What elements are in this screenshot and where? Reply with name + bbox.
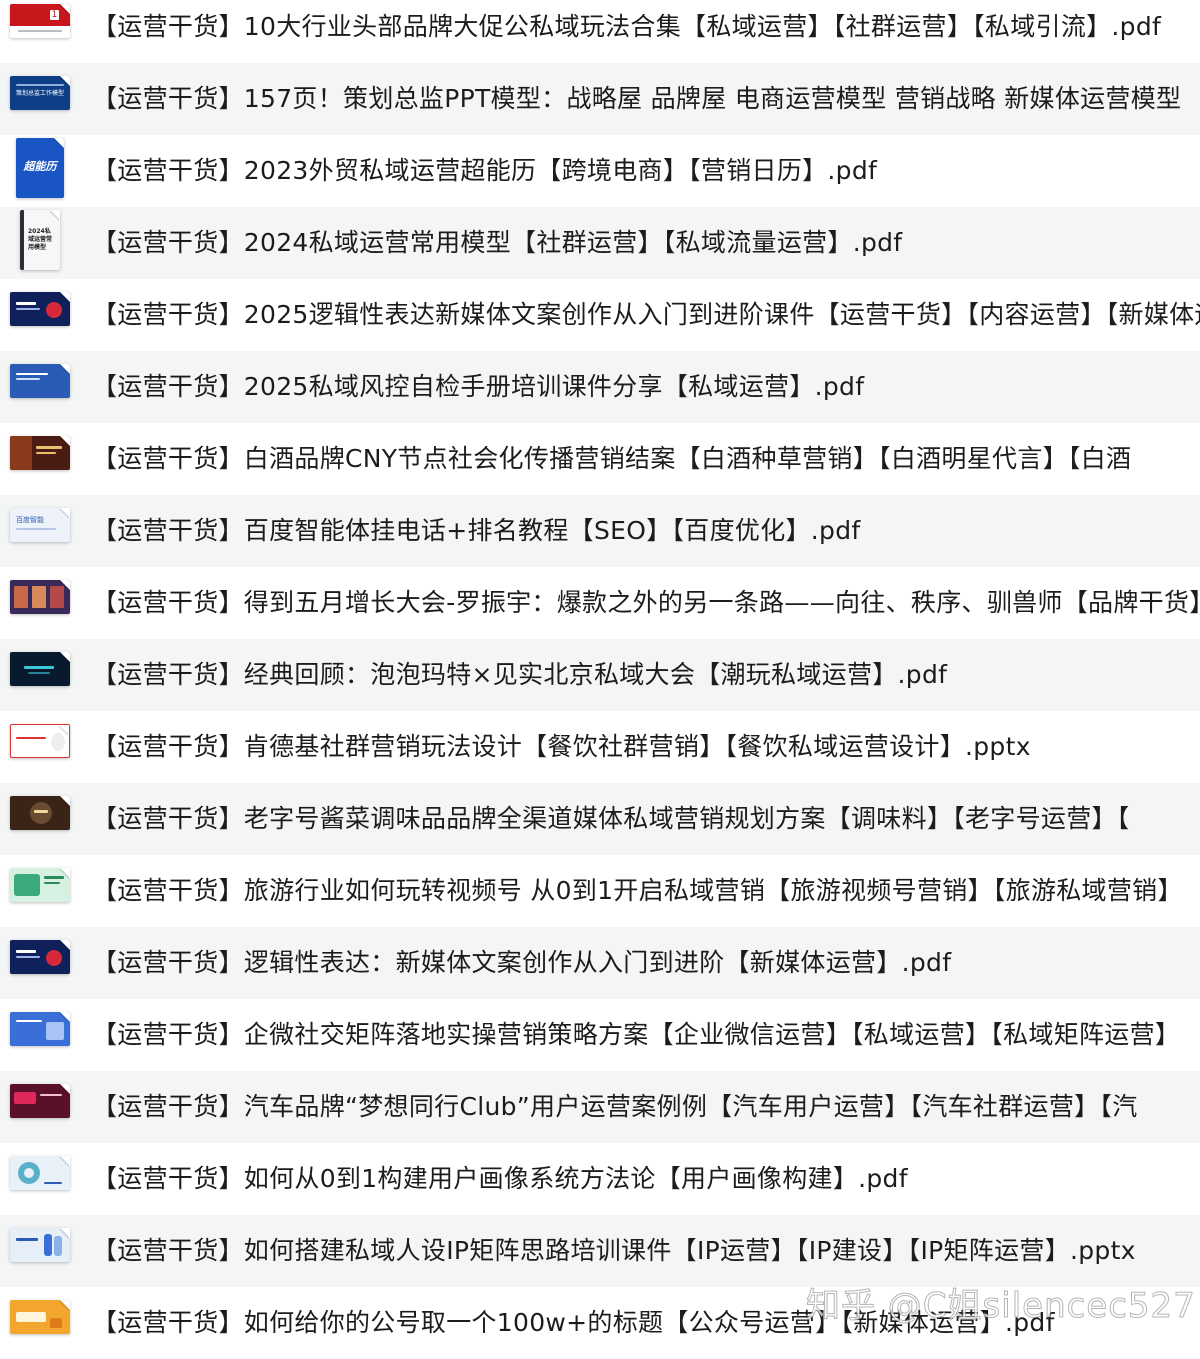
file-name: 【运营干货】得到五月增长大会-罗振宇：爆款之外的另一条路——向往、秩序、驯兽师【…	[92, 588, 1200, 617]
pdf-thumbnail-icon	[10, 1012, 70, 1046]
pdf-thumbnail-icon: 超能历	[16, 138, 64, 198]
file-row[interactable]: 【运营干货】企微社交矩阵落地实操营销策略方案【企业微信运营】【私域运营】【私域矩…	[0, 999, 1200, 1071]
file-row[interactable]: 【运营干货】得到五月增长大会-罗振宇：爆款之外的另一条路——向往、秩序、驯兽师【…	[0, 567, 1200, 639]
file-row[interactable]: 【运营干货】2025私域风控自检手册培训课件分享【私域运营】.pdf	[0, 351, 1200, 423]
file-name: 【运营干货】企微社交矩阵落地实操营销策略方案【企业微信运营】【私域运营】【私域矩…	[92, 1020, 1181, 1049]
file-row[interactable]: 【运营干货】如何从0到1构建用户画像系统方法论【用户画像构建】.pdf	[0, 1143, 1200, 1215]
file-name: 【运营干货】经典回顾：泡泡玛特×见实北京私域大会【潮玩私域运营】.pdf	[92, 660, 948, 689]
file-name: 【运营干货】如何从0到1构建用户画像系统方法论【用户画像构建】.pdf	[92, 1164, 908, 1193]
thumb-text: 策划总监工作模型	[16, 90, 64, 97]
file-row[interactable]: 策划总监工作模型 【运营干货】157页！策划总监PPT模型：战略屋 品牌屋 电商…	[0, 63, 1200, 135]
pdf-thumbnail-icon	[10, 1300, 70, 1334]
file-name: 【运营干货】旅游行业如何玩转视频号 从0到1开启私域营销【旅游视频号营销】【旅游…	[92, 876, 1183, 905]
file-name: 【运营干货】老字号酱菜调味品品牌全渠道媒体私域营销规划方案【调味料】【老字号运营…	[92, 804, 1130, 833]
pdf-thumbnail-icon	[10, 940, 70, 974]
file-row[interactable]: 【运营干货】经典回顾：泡泡玛特×见实北京私域大会【潮玩私域运营】.pdf	[0, 639, 1200, 711]
file-name: 【运营干货】肯德基社群营销玩法设计【餐饮社群营销】【餐饮私域运营设计】.pptx	[92, 732, 1031, 761]
file-row[interactable]: 【运营干货】汽车品牌“梦想同行Club”用户运营案例例【汽车用户运营】【汽车社群…	[0, 1071, 1200, 1143]
file-name: 【运营干货】2025逻辑性表达新媒体文案创作从入门到进阶课件【运营干货】【内容运…	[92, 300, 1200, 329]
watermark: 知乎 @C姐silencec527	[806, 1286, 1196, 1327]
file-list: 1 【运营干货】10大行业头部品牌大促公私域玩法合集【私域运营】【社群运营】【私…	[0, 0, 1200, 1348]
file-row[interactable]: 【运营干货】老字号酱菜调味品品牌全渠道媒体私域营销规划方案【调味料】【老字号运营…	[0, 783, 1200, 855]
file-row[interactable]: 【运营干货】如何搭建私域人设IP矩阵思路培训课件【IP运营】【IP建设】【IP矩…	[0, 1215, 1200, 1287]
file-row[interactable]: 百度智能 【运营干货】百度智能体挂电话+排名教程【SEO】【百度优化】.pdf	[0, 495, 1200, 567]
file-name: 【运营干货】汽车品牌“梦想同行Club”用户运营案例例【汽车用户运营】【汽车社群…	[92, 1092, 1138, 1121]
thumb-text: 1	[50, 10, 59, 20]
pdf-thumbnail-icon: 2024私域运营常用模型	[20, 210, 60, 270]
file-name: 【运营干货】2023外贸私域运营超能历【跨境电商】【营销日历】.pdf	[92, 156, 878, 185]
pdf-thumbnail-icon	[10, 1156, 70, 1190]
pdf-thumbnail-icon	[10, 868, 70, 902]
file-row[interactable]: 【运营干货】白酒品牌CNY节点社会化传播营销结案【白酒种草营销】【白酒明星代言】…	[0, 423, 1200, 495]
pdf-thumbnail-icon: 策划总监工作模型	[10, 76, 70, 110]
file-name: 【运营干货】2024私域运营常用模型【社群运营】【私域流量运营】.pdf	[92, 228, 903, 257]
file-row[interactable]: 【运营干货】2025逻辑性表达新媒体文案创作从入门到进阶课件【运营干货】【内容运…	[0, 279, 1200, 351]
pdf-thumbnail-icon	[10, 292, 70, 326]
file-name: 【运营干货】10大行业头部品牌大促公私域玩法合集【私域运营】【社群运营】【私域引…	[92, 12, 1162, 41]
file-row[interactable]: 【运营干货】旅游行业如何玩转视频号 从0到1开启私域营销【旅游视频号营销】【旅游…	[0, 855, 1200, 927]
file-name: 【运营干货】2025私域风控自检手册培训课件分享【私域运营】.pdf	[92, 372, 865, 401]
file-name: 【运营干货】如何搭建私域人设IP矩阵思路培训课件【IP运营】【IP建设】【IP矩…	[92, 1236, 1136, 1265]
pdf-thumbnail-icon	[10, 436, 70, 470]
file-row[interactable]: 超能历 【运营干货】2023外贸私域运营超能历【跨境电商】【营销日历】.pdf	[0, 135, 1200, 207]
pdf-thumbnail-icon	[10, 796, 70, 830]
file-row[interactable]: 1 【运营干货】10大行业头部品牌大促公私域玩法合集【私域运营】【社群运营】【私…	[0, 0, 1200, 63]
file-row[interactable]: 2024私域运营常用模型 【运营干货】2024私域运营常用模型【社群运营】【私域…	[0, 207, 1200, 279]
pdf-thumbnail-icon	[10, 652, 70, 686]
pdf-thumbnail-icon	[10, 724, 70, 758]
thumb-text: 百度智能	[16, 516, 44, 524]
pdf-thumbnail-icon: 1	[10, 4, 70, 38]
pdf-thumbnail-icon	[10, 580, 70, 614]
file-name: 【运营干货】百度智能体挂电话+排名教程【SEO】【百度优化】.pdf	[92, 516, 861, 545]
pdf-thumbnail-icon	[10, 1084, 70, 1118]
file-row[interactable]: 【运营干货】逻辑性表达：新媒体文案创作从入门到进阶【新媒体运营】.pdf	[0, 927, 1200, 999]
pdf-thumbnail-icon	[10, 1228, 70, 1262]
thumb-text: 超能历	[23, 160, 57, 173]
thumb-text: 2024私域运营常用模型	[28, 228, 53, 251]
file-name: 【运营干货】白酒品牌CNY节点社会化传播营销结案【白酒种草营销】【白酒明星代言】…	[92, 444, 1132, 473]
file-name: 【运营干货】逻辑性表达：新媒体文案创作从入门到进阶【新媒体运营】.pdf	[92, 948, 952, 977]
file-name: 【运营干货】157页！策划总监PPT模型：战略屋 品牌屋 电商运营模型 营销战略…	[92, 84, 1182, 113]
file-row[interactable]: 【运营干货】肯德基社群营销玩法设计【餐饮社群营销】【餐饮私域运营设计】.pptx	[0, 711, 1200, 783]
pdf-thumbnail-icon	[10, 364, 70, 398]
pdf-thumbnail-icon: 百度智能	[10, 508, 70, 542]
